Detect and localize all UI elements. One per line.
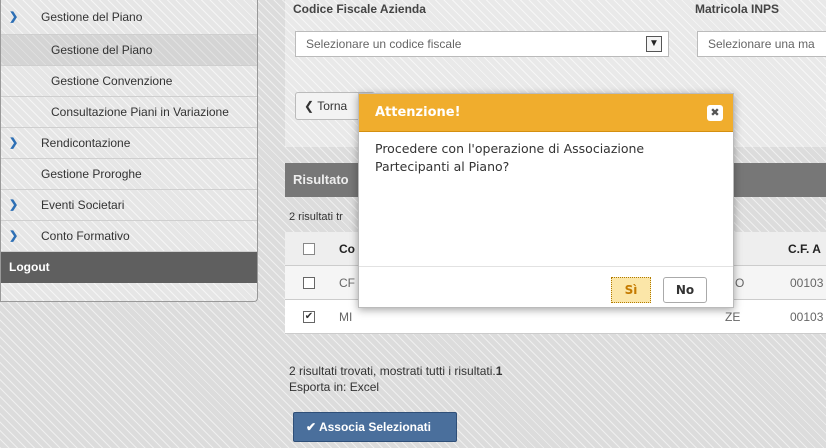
table-cell: 00103 xyxy=(790,276,824,290)
page-number: 1 xyxy=(495,364,503,378)
sidebar-item-label: Gestione del Piano xyxy=(51,43,153,57)
sidebar-item-gestione-piano[interactable]: Gestione del Piano xyxy=(1,35,257,66)
codice-fiscale-select[interactable]: Selezionare un codice fiscale ▼ xyxy=(295,31,669,57)
matricola-label: Matricola INPS xyxy=(695,2,780,16)
row-checkbox-checked[interactable]: ✔ xyxy=(303,311,315,323)
no-button[interactable]: No xyxy=(663,277,707,303)
sidebar-item-consultazione-piani[interactable]: Consultazione Piani in Variazione xyxy=(1,97,257,128)
dialog-message: Procedere con l'operazione di Associazio… xyxy=(375,141,645,174)
codice-fiscale-label: Codice Fiscale Azienda xyxy=(293,2,426,16)
yes-button[interactable]: Sì xyxy=(611,277,651,303)
sidebar-item-label: Gestione del Piano xyxy=(41,10,143,24)
sidebar-item-gestione-proroghe[interactable]: Gestione Proroghe xyxy=(1,159,257,190)
chevron-right-icon: ❯ xyxy=(9,137,19,149)
dialog-footer: Sì No xyxy=(359,266,733,308)
back-button-label: Torna xyxy=(317,99,348,113)
dialog-title: Attenzione! xyxy=(375,105,461,120)
sidebar-item-gestione-piano-group[interactable]: ❯ Gestione del Piano xyxy=(1,0,257,35)
sidebar-item-label: Conto Formativo xyxy=(41,229,130,243)
chevron-right-icon: ❯ xyxy=(9,199,19,211)
close-icon[interactable]: ✖ xyxy=(707,105,723,121)
sidebar-item-conto-formativo[interactable]: ❯ Conto Formativo xyxy=(1,221,257,252)
table-cell: MI xyxy=(339,310,353,324)
dropdown-arrow-icon: ▼ xyxy=(646,36,662,52)
sidebar-item-rendicontazione[interactable]: ❯ Rendicontazione xyxy=(1,128,257,159)
table-cell: CF xyxy=(339,276,355,290)
associa-selezionati-button[interactable]: ✔ Associa Selezionati xyxy=(293,412,457,442)
results-count-bottom: 2 risultati trovati, mostrati tutti i ri… xyxy=(289,364,496,378)
chevron-right-icon: ❯ xyxy=(9,230,19,242)
sidebar-item-eventi-societari[interactable]: ❯ Eventi Societari xyxy=(1,190,257,221)
sidebar-item-label: Gestione Proroghe xyxy=(41,167,142,181)
dialog-header: Attenzione! ✖ xyxy=(359,94,733,132)
sidebar-item-label: Consultazione Piani in Variazione xyxy=(51,105,229,119)
associa-button-label: Associa Selezionati xyxy=(318,420,431,434)
table-cell: 00103 xyxy=(790,310,824,324)
results-summary: 2 risultati trovati, mostrati tutti i ri… xyxy=(289,363,502,395)
matricola-select[interactable]: Selezionare una ma xyxy=(697,31,826,57)
select-all-checkbox[interactable] xyxy=(303,243,315,255)
column-header: C.F. A xyxy=(788,242,821,256)
sidebar-item-gestione-convenzione[interactable]: Gestione Convenzione xyxy=(1,66,257,97)
results-count-top: 2 risultati tr xyxy=(289,211,343,223)
codice-fiscale-select-value: Selezionare un codice fiscale xyxy=(306,37,462,51)
sidebar-menu: ❯ Gestione del Piano Gestione del Piano … xyxy=(0,0,258,302)
chevron-down-icon: ❯ xyxy=(9,11,19,23)
column-header: Co xyxy=(339,242,355,256)
export-link[interactable]: Esporta in: Excel xyxy=(289,380,379,394)
confirm-dialog: Attenzione! ✖ Procedere con l'operazione… xyxy=(358,93,734,308)
chevron-left-icon: ❮ xyxy=(304,99,315,113)
table-cell: O xyxy=(735,276,745,290)
sidebar-item-label: Gestione Convenzione xyxy=(51,74,173,88)
row-checkbox[interactable] xyxy=(303,277,315,289)
sidebar-item-label: Eventi Societari xyxy=(41,198,125,212)
logout-button[interactable]: Logout xyxy=(1,252,257,283)
sidebar-item-label: Rendicontazione xyxy=(41,136,131,150)
checkmark-icon: ✔ xyxy=(306,420,317,434)
matricola-select-value: Selezionare una ma xyxy=(708,37,815,51)
